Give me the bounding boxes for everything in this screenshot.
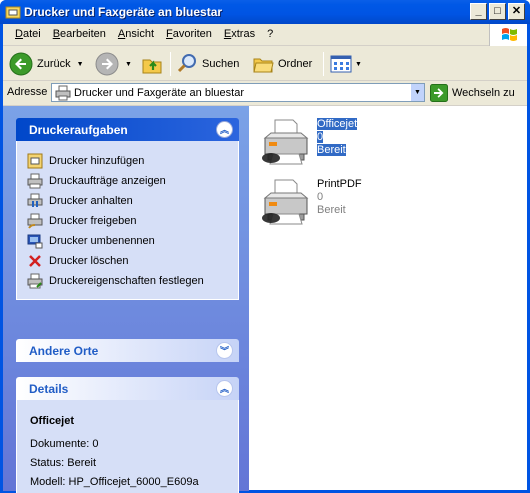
share-printer-icon bbox=[27, 213, 43, 229]
printer-name: PrintPDF bbox=[317, 178, 362, 190]
other-places-title: Andere Orte bbox=[29, 343, 99, 358]
menu-extras[interactable]: Extras bbox=[218, 28, 261, 40]
task-delete-printer[interactable]: Drucker löschen bbox=[27, 251, 238, 271]
details-documents: Dokumente: 0 bbox=[30, 438, 99, 450]
printer-jobs: 0 bbox=[317, 191, 324, 203]
details-name: Officejet bbox=[30, 415, 75, 427]
folders-icon bbox=[253, 58, 274, 73]
task-label: Drucker löschen bbox=[49, 255, 129, 267]
search-label: Suchen bbox=[202, 58, 240, 70]
task-label: Druckaufträge anzeigen bbox=[49, 175, 166, 187]
up-folder-button[interactable] bbox=[141, 51, 163, 77]
printer-name: Officejet bbox=[317, 118, 358, 130]
minimize-button[interactable]: _ bbox=[470, 3, 487, 20]
toolbar: Zurück ▼ ▼ Suchen Ordner ▼ bbox=[3, 47, 527, 81]
printer-tasks-panel: Druckeraufgaben ︽ Drucker hinzufügen Dru… bbox=[16, 118, 239, 300]
forward-arrow-icon bbox=[95, 52, 119, 76]
maximize-button[interactable]: □ bbox=[489, 3, 506, 20]
task-view-jobs[interactable]: Druckaufträge anzeigen bbox=[27, 171, 238, 191]
details-status: Status: Bereit bbox=[30, 457, 97, 469]
window-title: Drucker und Faxgeräte an bluestar bbox=[24, 5, 223, 19]
menu-ansicht[interactable]: Ansicht bbox=[112, 28, 160, 40]
printer-icon bbox=[262, 119, 309, 165]
task-label: Drucker anhalten bbox=[49, 195, 133, 207]
task-pane: Druckeraufgaben ︽ Drucker hinzufügen Dru… bbox=[3, 106, 249, 493]
search-icon bbox=[177, 54, 196, 73]
details-panel: Details ︽ Officejet Dokumente: 0 Status:… bbox=[16, 377, 239, 493]
printer-tasks-header[interactable]: Druckeraufgaben ︽ bbox=[16, 118, 239, 141]
search-button[interactable]: Suchen bbox=[176, 51, 239, 77]
pause-printer-icon bbox=[27, 193, 43, 207]
printer-jobs: 0 bbox=[317, 131, 324, 143]
menu-datei[interactable]: Datei bbox=[9, 28, 47, 40]
printer-item-officejet[interactable]: Officejet 0 Bereit bbox=[261, 118, 358, 166]
address-value: Drucker und Faxgeräte an bluestar bbox=[74, 86, 244, 99]
folders-label: Ordner bbox=[278, 58, 313, 70]
close-button[interactable]: ✕ bbox=[508, 3, 525, 20]
forward-dropdown-icon[interactable]: ▼ bbox=[125, 61, 132, 68]
printer-tasks-title: Druckeraufgaben bbox=[29, 122, 128, 137]
back-dropdown-icon[interactable]: ▼ bbox=[77, 61, 84, 68]
folders-button[interactable]: Ordner bbox=[252, 51, 312, 77]
windows-logo-icon bbox=[489, 24, 527, 46]
task-rename-printer[interactable]: Drucker umbenennen bbox=[27, 231, 238, 251]
back-label: Zurück bbox=[37, 58, 71, 70]
add-printer-icon bbox=[27, 153, 43, 169]
task-pause-printer[interactable]: Drucker anhalten bbox=[27, 191, 238, 211]
window-client: Datei Bearbeiten Ansicht Favoriten Extra… bbox=[3, 24, 527, 493]
task-add-printer[interactable]: Drucker hinzufügen bbox=[27, 151, 238, 171]
details-header[interactable]: Details ︽ bbox=[16, 377, 239, 400]
address-field[interactable]: Drucker und Faxgeräte an bluestar ▼ bbox=[51, 83, 425, 102]
address-label: Adresse bbox=[7, 86, 48, 98]
up-folder-icon bbox=[142, 59, 162, 74]
views-button[interactable]: ▼ bbox=[330, 51, 362, 77]
details-model: Modell: HP_Officejet_6000_E609a bbox=[30, 476, 199, 488]
menu-bearbeiten[interactable]: Bearbeiten bbox=[47, 28, 112, 40]
go-button[interactable]: Wechseln zu bbox=[430, 83, 515, 102]
menu-bar: Datei Bearbeiten Ansicht Favoriten Extra… bbox=[3, 24, 527, 46]
details-body: Officejet Dokumente: 0 Status: Bereit Mo… bbox=[16, 400, 239, 493]
printer-properties-icon bbox=[27, 273, 43, 289]
explorer-window: Drucker und Faxgeräte an bluestar _ □ ✕ … bbox=[0, 0, 530, 493]
details-title: Details bbox=[29, 381, 69, 396]
task-printer-properties[interactable]: Druckereigenschaften festlegen bbox=[27, 271, 238, 291]
printer-status: Bereit bbox=[317, 204, 346, 216]
view-jobs-icon bbox=[27, 173, 43, 189]
task-label: Drucker hinzufügen bbox=[49, 155, 145, 167]
collapse-chevron-icon[interactable]: ︽ bbox=[216, 380, 233, 397]
printer-icon bbox=[262, 179, 309, 225]
task-share-printer[interactable]: Drucker freigeben bbox=[27, 211, 238, 231]
back-arrow-icon bbox=[9, 52, 33, 76]
address-dropdown-icon[interactable]: ▼ bbox=[410, 84, 424, 101]
address-bar: Adresse Drucker und Faxgeräte an bluesta… bbox=[3, 81, 527, 103]
task-label: Drucker umbenennen bbox=[49, 235, 155, 247]
printer-tasks-list: Drucker hinzufügen Druckaufträge anzeige… bbox=[16, 141, 239, 300]
views-dropdown-icon[interactable]: ▼ bbox=[355, 61, 362, 68]
expand-chevron-icon[interactable]: ︾ bbox=[216, 342, 233, 359]
printer-list: Officejet 0 Bereit PrintPDF 0 Bereit bbox=[249, 106, 527, 491]
collapse-chevron-icon[interactable]: ︽ bbox=[216, 121, 233, 138]
views-icon bbox=[330, 55, 352, 73]
printer-item-printpdf[interactable]: PrintPDF 0 Bereit bbox=[261, 178, 362, 226]
task-label: Druckereigenschaften festlegen bbox=[49, 275, 204, 287]
menu-help[interactable]: ? bbox=[261, 28, 279, 40]
forward-button[interactable]: ▼ bbox=[95, 51, 132, 77]
back-button[interactable]: Zurück ▼ bbox=[9, 51, 84, 77]
printer-small-icon bbox=[55, 85, 71, 100]
other-places-panel: Andere Orte ︾ bbox=[16, 339, 239, 362]
printer-status: Bereit bbox=[317, 144, 346, 156]
other-places-header[interactable]: Andere Orte ︾ bbox=[16, 339, 239, 362]
rename-printer-icon bbox=[27, 234, 43, 249]
printers-folder-icon bbox=[5, 6, 21, 19]
menu-favoriten[interactable]: Favoriten bbox=[160, 28, 218, 40]
content-area: Druckeraufgaben ︽ Drucker hinzufügen Dru… bbox=[3, 105, 527, 493]
go-arrow-icon bbox=[430, 83, 448, 102]
title-bar[interactable]: Drucker und Faxgeräte an bluestar _ □ ✕ bbox=[0, 0, 530, 24]
go-label: Wechseln zu bbox=[452, 86, 515, 99]
task-label: Drucker freigeben bbox=[49, 215, 137, 227]
delete-icon bbox=[29, 255, 41, 267]
